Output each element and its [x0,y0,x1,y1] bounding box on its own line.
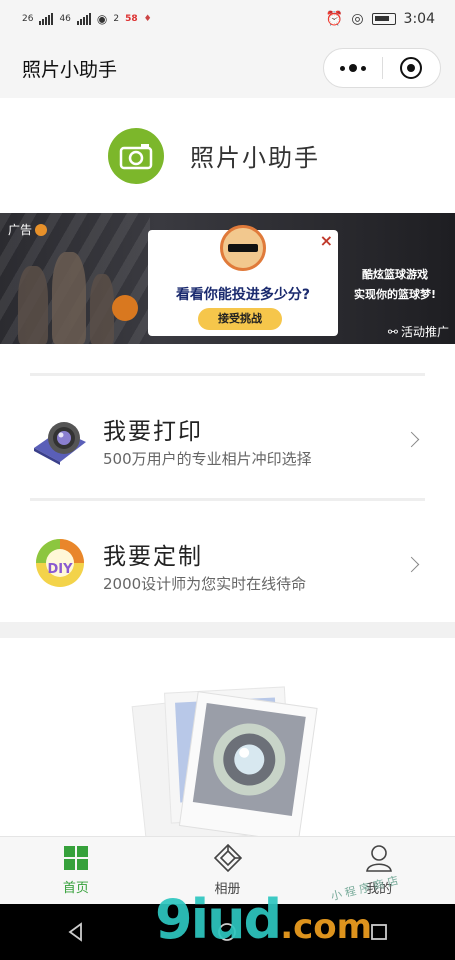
close-miniprogram-button[interactable] [383,49,441,87]
service-subtitle: 500万用户的专业相片冲印选择 [103,450,312,468]
basketball-player-figure [18,266,48,344]
basketball-player-figure [52,252,86,344]
accept-challenge-button[interactable]: 接受挑战 [198,308,282,330]
service-title: 我要打印 [103,419,203,445]
sunglasses-face-icon [220,225,266,271]
nav-bar: 照片小助手 [0,38,455,98]
service-custom-row[interactable]: DIY 我要定制 2000设计师为您实时在线待命 [0,503,455,623]
chevron-right-icon [403,556,420,573]
lemon-diy-icon: DIY [30,533,90,593]
link-icon: ⚯ [387,324,398,339]
hotspot-count: 2 [113,14,120,24]
eye-icon: ◎ [351,11,364,27]
app-badge: 58 [125,14,138,24]
album-icon [213,844,242,872]
status-indicators: 26 46 ◉ 2 58 ♦ [22,12,152,26]
ad-slogan: 酷炫篮球游戏 实现你的篮球梦! [345,265,445,305]
section-separator [0,622,455,638]
location-icon: ♦ [143,14,152,24]
tab-label: 首页 [62,881,89,896]
photo-stack-illustration [128,678,328,847]
divider [30,498,425,501]
divider [30,373,425,376]
ad-slogan-line-1: 酷炫篮球游戏 [362,268,428,281]
camera-logo-icon [108,127,164,184]
status-bar: 26 46 ◉ 2 58 ♦ ⏰ ◎ 3:04 [0,0,455,38]
status-right: ⏰ ◎ 3:04 [326,11,435,27]
grid-home-icon [63,846,88,870]
ad-tag: 广告 [8,221,48,238]
watermark-suffix: .com [280,907,373,947]
ad-promo: ⚯ 活动推广 [388,323,449,340]
hotspot-icon: ◉ [96,12,108,26]
clock: 3:04 [403,11,435,27]
nav-title: 照片小助手 [22,58,118,81]
more-button[interactable] [324,49,382,87]
service-title: 我要定制 [103,544,203,570]
signal-icon [39,13,54,25]
ad-label: 广告 [8,223,33,237]
camera-lens-icon [30,408,90,468]
network-label-1: 26 [22,14,34,24]
ad-slogan-line-2: 实现你的篮球梦! [353,288,437,301]
basketball-icon [112,295,138,321]
ad-close-button[interactable]: × [320,231,333,250]
chevron-right-icon [403,431,420,448]
ad-card[interactable]: × 看看你能投进多少分? 接受挑战 [148,225,338,336]
ad-headline: 看看你能投进多少分? [175,287,311,303]
signal-icon-2 [76,13,91,25]
service-subtitle: 2000设计师为您实时在线待命 [103,575,307,593]
target-icon [400,57,423,79]
app-name: 照片小助手 [190,144,320,172]
watermark-main: 9iud [155,888,282,951]
tab-home[interactable]: 首页 [0,837,152,904]
more-dots-icon [339,64,366,72]
user-icon [366,845,393,872]
back-icon[interactable] [65,921,87,943]
ad-promo-label: 活动推广 [400,325,449,339]
svg-text:DIY: DIY [47,562,73,577]
ball-icon [35,223,48,236]
ad-banner[interactable]: 广告 × 看看你能投进多少分? 接受挑战 酷炫篮球游戏 实现你的篮球梦! ⚯ 活… [0,213,455,344]
service-print-row[interactable]: 我要打印 500万用户的专业相片冲印选择 [0,378,455,498]
miniprogram-capsule [323,48,441,88]
network-label-2: 46 [59,14,71,24]
app-header: 照片小助手 [0,98,455,213]
alarm-icon: ⏰ [325,11,344,27]
battery-icon [371,13,396,25]
basketball-player-figure [90,274,114,344]
